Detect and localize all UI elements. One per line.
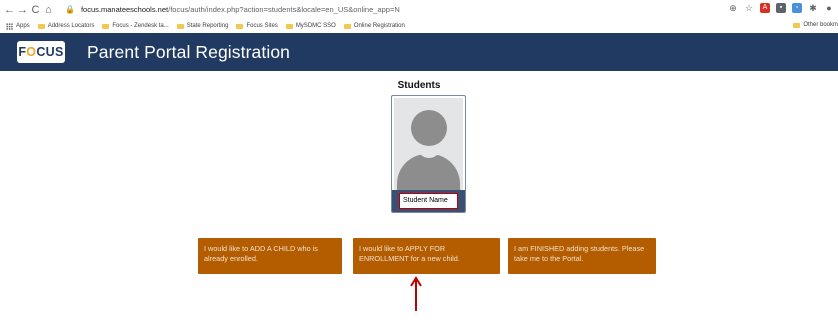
bookmark-label: State Reporting xyxy=(186,23,229,29)
logo-text: O xyxy=(26,45,37,59)
bookmark-apps[interactable]: Apps xyxy=(6,22,30,30)
folder-icon xyxy=(102,23,110,29)
student-name: Student Name xyxy=(399,193,458,209)
forward-arrow-icon[interactable]: → xyxy=(16,4,29,16)
reload-icon[interactable]: C xyxy=(29,4,42,16)
folder-icon xyxy=(176,23,184,29)
bookmarks-bar: Apps Address Locators Focus - Zendesk ta… xyxy=(0,19,838,33)
logo-text: F xyxy=(18,45,27,59)
address-bar[interactable]: focus.manateeschools.net/focus/auth/inde… xyxy=(81,5,400,14)
avatar-body xyxy=(397,154,460,190)
profile-icon[interactable]: ● xyxy=(824,3,834,13)
zoom-icon[interactable]: ⊕ xyxy=(728,3,738,13)
folder-icon xyxy=(285,23,293,29)
star-icon[interactable]: ☆ xyxy=(744,3,754,13)
finished-button[interactable]: I am FINISHED adding students. Please ta… xyxy=(508,238,656,274)
apply-enrollment-button[interactable]: I would like to APPLY FOR ENROLLMENT for… xyxy=(353,238,500,274)
lock-icon: 🔒 xyxy=(65,5,75,14)
bookmark-label: Focus - Zendesk ta... xyxy=(112,23,169,29)
add-child-button[interactable]: I would like to ADD A CHILD who is alrea… xyxy=(198,238,342,274)
folder-icon xyxy=(793,22,801,28)
back-arrow-icon[interactable]: ← xyxy=(3,4,16,16)
student-card[interactable]: Student Name xyxy=(391,95,466,213)
bookmark-label: Focus Sites xyxy=(246,23,278,29)
action-buttons: I would like to ADD A CHILD who is alrea… xyxy=(0,238,838,274)
puzzle-icon[interactable]: ✱ xyxy=(808,3,818,13)
bookmark-label: MySDMC SSO xyxy=(295,23,336,29)
folder-icon xyxy=(343,23,351,29)
bookmark-item[interactable]: Address Locators xyxy=(37,23,95,29)
students-heading: Students xyxy=(397,80,441,91)
bookmark-item[interactable]: State Reporting xyxy=(176,23,229,29)
extension-icon[interactable]: ▪ xyxy=(776,3,786,13)
page-title: Parent Portal Registration xyxy=(87,41,290,62)
apps-grid-icon xyxy=(6,22,13,30)
bookmark-item[interactable]: MySDMC SSO xyxy=(285,23,336,29)
bookmark-label: Online Registration xyxy=(353,23,405,29)
student-avatar-icon xyxy=(394,98,463,190)
logo-text: CUS xyxy=(36,45,64,59)
bookmark-label: Address Locators xyxy=(47,23,95,29)
browser-extensions: ⊕ ☆ A ▪ ▫ ✱ ● xyxy=(728,3,834,13)
bookmark-label: Apps xyxy=(16,23,30,29)
focus-logo[interactable]: F O CUS xyxy=(17,41,65,63)
app-header: F O CUS Parent Portal Registration xyxy=(0,33,838,71)
folder-icon xyxy=(37,23,45,29)
bookmark-item[interactable]: Focus - Zendesk ta... xyxy=(102,23,169,29)
bookmark-item[interactable]: Online Registration xyxy=(343,23,405,29)
other-bookmarks[interactable]: Other bookm xyxy=(793,22,838,28)
folder-icon xyxy=(236,23,244,29)
bookmark-item[interactable]: Focus Sites xyxy=(236,23,278,29)
extension-icon[interactable]: ▫ xyxy=(792,3,802,13)
bookmark-label: Other bookm xyxy=(803,22,838,28)
browser-toolbar: ← → C ⌂ 🔒 focus.manateeschools.net/focus… xyxy=(0,0,838,19)
annotation-arrow-icon xyxy=(410,276,422,311)
avatar-head xyxy=(411,110,447,146)
home-icon[interactable]: ⌂ xyxy=(42,4,55,16)
pdf-extension-icon[interactable]: A xyxy=(760,3,770,13)
